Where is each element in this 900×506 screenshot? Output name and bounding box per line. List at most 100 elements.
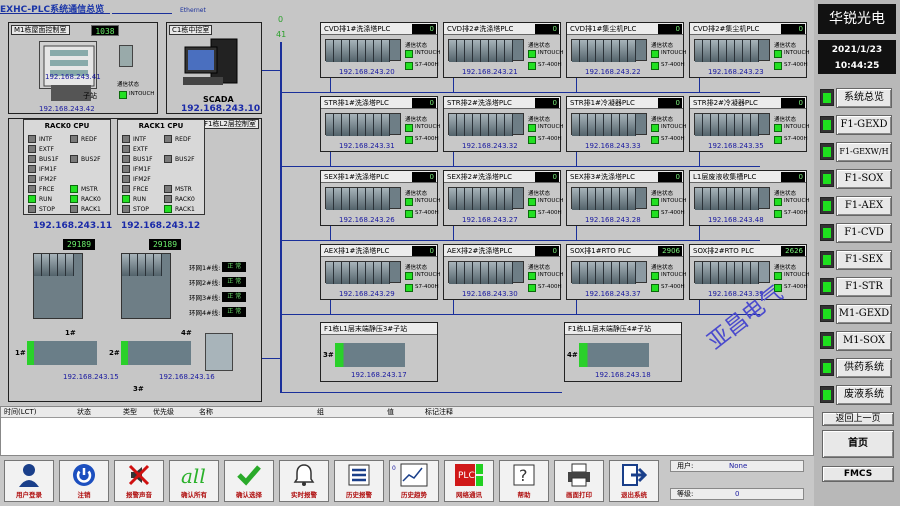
toolbar-button[interactable]: 0 历史趋势: [389, 460, 439, 502]
nav-button[interactable]: 系统总览: [836, 87, 892, 108]
f1-room: F1栋L2层控制室 RACK0 CPU INTF EXTF BUS1F IFM1…: [8, 118, 262, 402]
plc-card[interactable]: STR排1#冷凝器PLC 0 通信状态 INTOUCH S7-400H 192.168.2…: [566, 96, 687, 152]
f1-room-label: F1栋L2层控制室: [201, 119, 259, 129]
plc-card[interactable]: STR排2#洗涤塔PLC 0 通信状态 INTOUCH S7-400H 192.168.2…: [443, 96, 563, 152]
substation-3[interactable]: F1栋L1层末端静压3#子站 3# 192.168.243.17: [320, 322, 438, 382]
ring-label: 环网3#线:: [189, 293, 221, 302]
plc-card[interactable]: L1层废液收集槽PLC 0 通信状态 INTOUCH S7-400H 192.168.24…: [689, 170, 809, 226]
plc-intouch-label: INTOUCH: [661, 198, 687, 204]
plc-card[interactable]: AEX排2#洗涤塔PLC 0 通信状态 INTOUCH S7-400H 192.168.2…: [443, 244, 563, 300]
plc-ip: 192.168.243.28: [585, 216, 641, 224]
date-text: 2021/1/23: [831, 45, 883, 55]
plc-ip: 192.168.243.37: [585, 290, 641, 298]
fmcs-button[interactable]: FMCS: [822, 466, 894, 482]
substation-4[interactable]: F1栋L1层末端静压4#子站 4# 192.168.243.18: [564, 322, 682, 382]
m1-counter: 1038: [91, 25, 119, 36]
toolbar-button[interactable]: 注销: [59, 460, 109, 502]
nav-list: 系统总览 F1-GEXD F1-GEXW/H F1-SOX F1-AEX F1-CVD F1…: [820, 84, 892, 408]
plc-value: 0: [781, 97, 805, 108]
toolbar-button[interactable]: PLC 网络通讯: [444, 460, 494, 502]
led-bus2f: [70, 155, 78, 163]
plc-comm-label: 通信状态: [405, 191, 428, 197]
back-button[interactable]: 返回上一页: [822, 412, 894, 426]
plc-s7-label: S7-400H: [538, 136, 562, 142]
plc-card[interactable]: SEX排3#洗涤塔PLC 0 通信状态 INTOUCH S7-400H 192.168.2…: [566, 170, 687, 226]
plc-card[interactable]: SOX排1#RTO PLC 2906 通信状态 INTOUCH S7-400H 192.1…: [566, 244, 686, 300]
nav-status-led: [820, 143, 834, 160]
nav-button[interactable]: F1-SOX: [836, 168, 892, 189]
toolbar-button[interactable]: 实时报警: [279, 460, 329, 502]
toolbar-label: 画面打印: [566, 491, 592, 499]
toolbar-button[interactable]: 报警声音: [114, 460, 164, 502]
toolbar-button[interactable]: ? 帮助: [499, 460, 549, 502]
plc-card[interactable]: CVD排2#洗涤塔PLC 0 通信状态 INTOUCH S7-400H 192.168.2…: [443, 22, 563, 78]
led-label: REDF: [175, 135, 192, 143]
plc-card[interactable]: CVD排2#集尘机PLC 0 通信状态 INTOUCH S7-400H 192.168.2…: [689, 22, 809, 78]
toolbar-label: 退出系统: [621, 491, 647, 499]
mute-icon: [115, 461, 163, 489]
level-value: 0: [735, 490, 740, 498]
plc-comm-label: 通信状态: [528, 265, 551, 271]
nav-status-led: [820, 332, 834, 349]
nav-button[interactable]: 废液系统: [836, 384, 892, 405]
plc-card[interactable]: STR排2#冷凝器PLC 0 通信状态 INTOUCH S7-400H 192.168.2…: [689, 96, 809, 152]
toolbar-button[interactable]: all 确认所有: [169, 460, 219, 502]
nav-button[interactable]: M1-SOX: [836, 330, 892, 351]
toolbar-button[interactable]: 确认选择: [224, 460, 274, 502]
led-label: FRCE: [39, 185, 55, 193]
plc-intouch-label: INTOUCH: [661, 124, 687, 130]
nav-row: F1-STR: [820, 273, 892, 300]
toolbar-button[interactable]: 历史报警: [334, 460, 384, 502]
nav-button[interactable]: F1-SEX: [836, 249, 892, 270]
toolbar-button[interactable]: 退出系统: [609, 460, 659, 502]
toolbar-label: 确认所有: [181, 491, 207, 499]
nav-button[interactable]: F1-STR: [836, 276, 892, 297]
plc-ip: 192.168.243.48: [708, 216, 764, 224]
plc-value: 0: [412, 171, 436, 182]
nav-button[interactable]: M1-GEXD: [836, 303, 892, 324]
home-button[interactable]: 首页: [822, 430, 894, 458]
toolbar-label: 用户登录: [16, 491, 42, 499]
toolbar-button[interactable]: 用户登录: [4, 460, 54, 502]
nav-button[interactable]: F1-GEXD: [836, 114, 892, 135]
led-label: BUS2F: [175, 155, 195, 163]
plc-card[interactable]: STR排1#洗涤塔PLC 0 通信状态 INTOUCH S7-400H 192.168.2…: [320, 96, 440, 152]
plc-card[interactable]: CVD排1#洗涤塔PLC 0 通信状态 INTOUCH S7-400H 192.168.2…: [320, 22, 440, 78]
led-label: IFM2F: [133, 175, 151, 183]
plc-card[interactable]: CVD排1#集尘机PLC 0 通信状态 INTOUCH S7-400H 192.168.2…: [566, 22, 686, 78]
nav-button[interactable]: F1-GEXW/H: [836, 141, 892, 162]
plc-title: L1层废液收集槽PLC: [693, 172, 757, 181]
m1-intouch-label: INTOUCH: [129, 91, 155, 97]
led-extf: [28, 145, 36, 153]
col-priority: 优先级: [153, 408, 174, 416]
led-label: RACK1: [81, 205, 101, 213]
plc-value: 2906: [658, 245, 682, 256]
plc-card[interactable]: SEX排2#洗涤塔PLC 0 通信状态 INTOUCH S7-400H 192.168.2…: [443, 170, 563, 226]
plc-card[interactable]: SEX排1#洗涤塔PLC 0 通信状态 INTOUCH S7-400H 192.168.2…: [320, 170, 440, 226]
plc-value: 0: [412, 245, 436, 256]
nav-row: F1-AEX: [820, 192, 892, 219]
toolbar-button[interactable]: 画面打印: [554, 460, 604, 502]
plc-card[interactable]: AEX排1#洗涤塔PLC 0 通信状态 INTOUCH S7-400H 192.168.2…: [320, 244, 440, 300]
plc-rack: [325, 187, 401, 210]
plc-intouch-led: [651, 124, 659, 132]
nav-button[interactable]: F1-CVD: [836, 222, 892, 243]
plc-intouch-led: [405, 124, 413, 132]
trend-icon: [390, 461, 438, 489]
cpu1-counter: 29189: [149, 239, 181, 250]
plc-comm-label: 通信状态: [774, 191, 797, 197]
nav-button[interactable]: F1-AEX: [836, 195, 892, 216]
scada-ip: 192.168.243.10: [181, 104, 261, 114]
plc-intouch-label: INTOUCH: [784, 272, 810, 278]
nav-button[interactable]: 供药系统: [836, 357, 892, 378]
level-label: 等级:: [677, 490, 694, 498]
station-1-tag-left: 1#: [15, 349, 26, 357]
led-label: BUS2F: [81, 155, 101, 163]
led-label: STOP: [133, 205, 149, 213]
alarm-table[interactable]: 时间(LCT) 状态 类型 优先级 名称 组 值 标记注释: [0, 406, 814, 456]
led-label: INTF: [39, 135, 53, 143]
substation-title: F1栋L1层末端静压4#子站: [568, 324, 652, 333]
led-label: FRCE: [133, 185, 149, 193]
plc-rack: [571, 113, 647, 136]
col-value: 值: [387, 408, 394, 416]
